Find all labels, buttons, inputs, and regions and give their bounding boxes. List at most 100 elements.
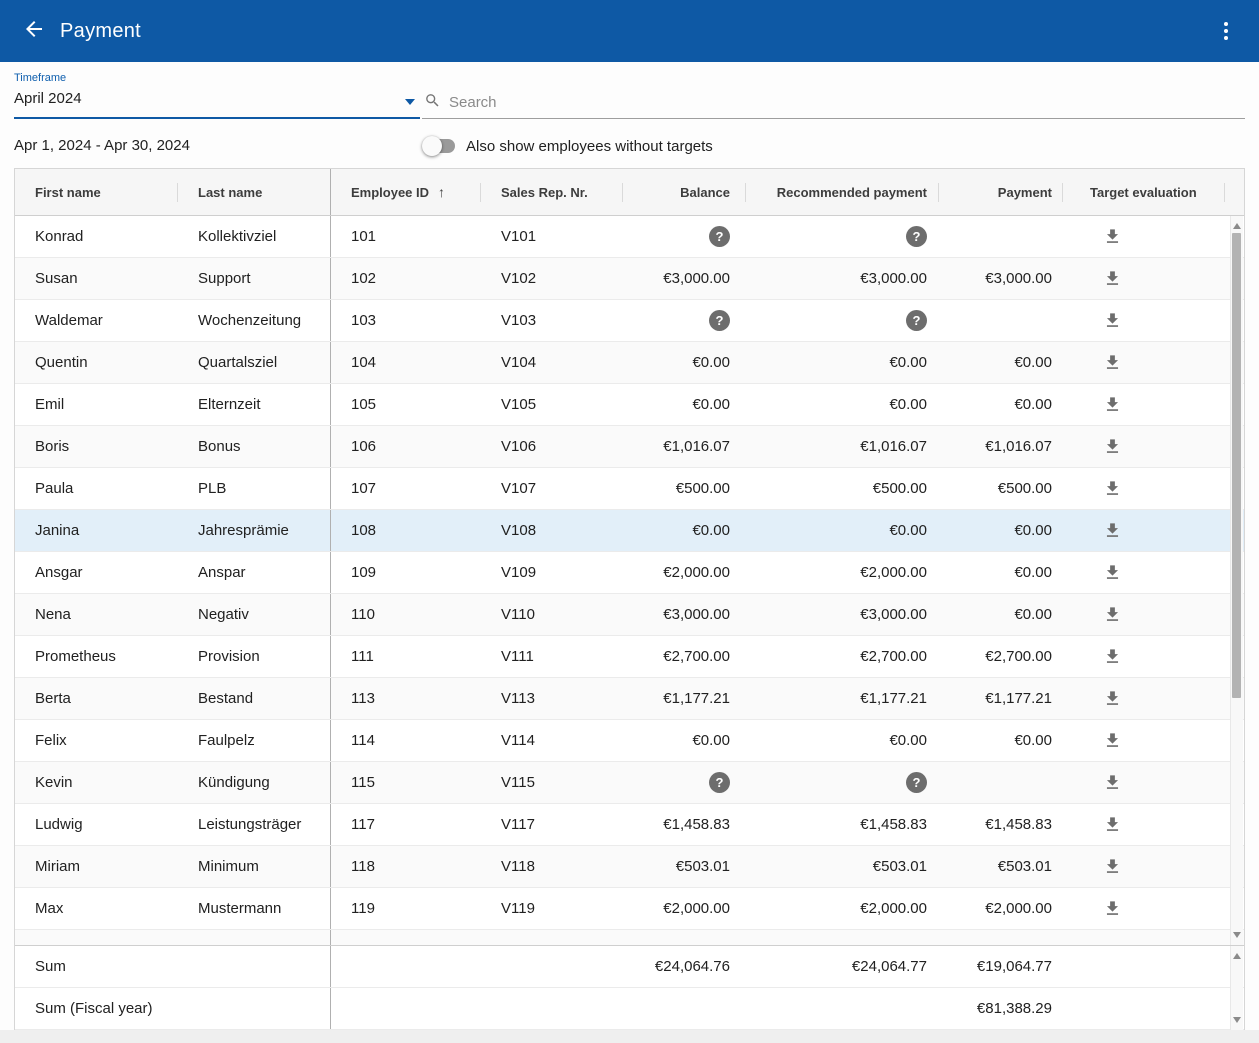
cell-employee-id: 111: [331, 636, 481, 677]
header-balance[interactable]: Balance: [623, 169, 746, 215]
table-row[interactable]: QuentinQuartalsziel104V104€0.00€0.00€0.0…: [15, 342, 1244, 384]
cell-payment: €0.00: [939, 384, 1063, 425]
unknown-value-icon[interactable]: ?: [906, 772, 927, 793]
scroll-up-arrow-icon[interactable]: [1233, 953, 1241, 959]
scroll-down-arrow-icon[interactable]: [1233, 1017, 1241, 1023]
scrollbar-thumb[interactable]: [1232, 233, 1241, 698]
table-row[interactable]: PaulaPLB107V107€500.00€500.00€500.00: [15, 468, 1244, 510]
download-icon[interactable]: [1099, 686, 1125, 712]
download-icon[interactable]: [1099, 224, 1125, 250]
download-icon[interactable]: [1099, 266, 1125, 292]
cell-recommended-payment: €1,177.21: [746, 678, 939, 719]
table-row-partial[interactable]: [15, 930, 1244, 945]
cell-first-name: Prometheus: [15, 636, 178, 677]
download-icon[interactable]: [1099, 476, 1125, 502]
cell-recommended-payment: €2,700.00: [746, 636, 939, 677]
cell-recommended-payment: €3,000.00: [746, 594, 939, 635]
timeframe-value: April 2024: [14, 90, 420, 107]
header-recommended-payment[interactable]: Recommended payment: [746, 169, 939, 215]
header-target-evaluation[interactable]: Target evaluation: [1063, 169, 1225, 215]
unknown-value-icon[interactable]: ?: [709, 226, 730, 247]
cell-payment: €0.00: [939, 552, 1063, 593]
scroll-down-arrow-icon[interactable]: [1233, 932, 1241, 938]
cell-balance: ?: [623, 216, 746, 257]
cell-recommended-payment: €3,000.00: [746, 258, 939, 299]
cell-first-name: Janina: [15, 510, 178, 551]
header-sales-rep-nr[interactable]: Sales Rep. Nr.: [481, 169, 623, 215]
cell-payment: €1,016.07: [939, 426, 1063, 467]
search-field[interactable]: [422, 69, 1245, 119]
table-vertical-scrollbar[interactable]: [1230, 216, 1243, 945]
table-row[interactable]: KonradKollektivziel101V101??: [15, 216, 1244, 258]
download-icon[interactable]: [1099, 812, 1125, 838]
scroll-up-arrow-icon[interactable]: [1233, 223, 1241, 229]
download-icon[interactable]: [1099, 854, 1125, 880]
download-icon[interactable]: [1099, 350, 1125, 376]
table-row[interactable]: AnsgarAnspar109V109€2,000.00€2,000.00€0.…: [15, 552, 1244, 594]
table-row[interactable]: KevinKündigung115V115??: [15, 762, 1244, 804]
download-icon[interactable]: [1099, 560, 1125, 586]
download-icon[interactable]: [1099, 770, 1125, 796]
table-row[interactable]: FelixFaulpelz114V114€0.00€0.00€0.00: [15, 720, 1244, 762]
download-icon[interactable]: [1099, 392, 1125, 418]
search-input[interactable]: [449, 94, 1245, 111]
cell-target-evaluation: [1063, 888, 1225, 929]
table-row[interactable]: NenaNegativ110V110€3,000.00€3,000.00€0.0…: [15, 594, 1244, 636]
download-icon[interactable]: [1099, 308, 1125, 334]
header-first-name[interactable]: First name: [15, 169, 178, 215]
cell-employee-id: 101: [331, 216, 481, 257]
timeframe-select[interactable]: Timeframe April 2024: [14, 69, 420, 119]
cell-payment: €0.00: [939, 594, 1063, 635]
download-icon[interactable]: [1099, 644, 1125, 670]
unknown-value-icon[interactable]: ?: [709, 772, 730, 793]
table-row[interactable]: SusanSupport102V102€3,000.00€3,000.00€3,…: [15, 258, 1244, 300]
cell-first-name: Emil: [15, 384, 178, 425]
download-icon[interactable]: [1099, 518, 1125, 544]
cell-balance: €500.00: [623, 468, 746, 509]
cell-last-name: Elternzeit: [178, 384, 331, 425]
header-payment[interactable]: Payment: [939, 169, 1063, 215]
download-icon[interactable]: [1099, 434, 1125, 460]
table-row[interactable]: JaninaJahresprämie108V108€0.00€0.00€0.00: [15, 510, 1244, 552]
header-employee-id[interactable]: Employee ID ↑: [331, 169, 481, 215]
sum-fiscal-label: Sum (Fiscal year): [15, 988, 331, 1029]
cell-last-name: Support: [178, 258, 331, 299]
download-icon[interactable]: [1099, 728, 1125, 754]
cell-last-name: Anspar: [178, 552, 331, 593]
cell-first-name: Nena: [15, 594, 178, 635]
cell-sales-rep-nr: V101: [481, 216, 623, 257]
date-range-text: Apr 1, 2024 - Apr 30, 2024: [14, 137, 190, 154]
cell-balance: €2,700.00: [623, 636, 746, 677]
download-icon[interactable]: [1099, 896, 1125, 922]
table-row[interactable]: PrometheusProvision111V111€2,700.00€2,70…: [15, 636, 1244, 678]
cell-target-evaluation: [1063, 468, 1225, 509]
cell-target-evaluation: [1063, 216, 1225, 257]
unknown-value-icon[interactable]: ?: [906, 310, 927, 331]
cell-sales-rep-nr: V111: [481, 636, 623, 677]
arrow-left-icon: [22, 17, 46, 46]
table-row[interactable]: LudwigLeistungsträger117V117€1,458.83€1,…: [15, 804, 1244, 846]
table-row[interactable]: MaxMustermann119V119€2,000.00€2,000.00€2…: [15, 888, 1244, 930]
sum-vertical-scrollbar[interactable]: [1230, 946, 1243, 1030]
table-row[interactable]: BorisBonus106V106€1,016.07€1,016.07€1,01…: [15, 426, 1244, 468]
unknown-value-icon[interactable]: ?: [906, 226, 927, 247]
table-row[interactable]: MiriamMinimum118V118€503.01€503.01€503.0…: [15, 846, 1244, 888]
table-row[interactable]: EmilElternzeit105V105€0.00€0.00€0.00: [15, 384, 1244, 426]
cell-sales-rep-nr: V102: [481, 258, 623, 299]
cell-sales-rep-nr: V103: [481, 300, 623, 341]
cell-first-name: Miriam: [15, 846, 178, 887]
toggle-label: Also show employees without targets: [466, 138, 713, 155]
table-row[interactable]: WaldemarWochenzeitung103V103??: [15, 300, 1244, 342]
unknown-value-icon[interactable]: ?: [709, 310, 730, 331]
cell-recommended-payment: €500.00: [746, 468, 939, 509]
back-button[interactable]: [20, 17, 48, 45]
cell-recommended-payment: ?: [746, 300, 939, 341]
cell-last-name: Faulpelz: [178, 720, 331, 761]
table-header: First name Last name Employee ID ↑ Sales…: [15, 169, 1244, 216]
header-last-name[interactable]: Last name: [178, 169, 331, 215]
kebab-menu-icon[interactable]: [1217, 20, 1235, 42]
download-icon[interactable]: [1099, 602, 1125, 628]
cell-balance: €2,000.00: [623, 552, 746, 593]
table-row[interactable]: BertaBestand113V113€1,177.21€1,177.21€1,…: [15, 678, 1244, 720]
toggle-switch[interactable]: [422, 133, 456, 159]
